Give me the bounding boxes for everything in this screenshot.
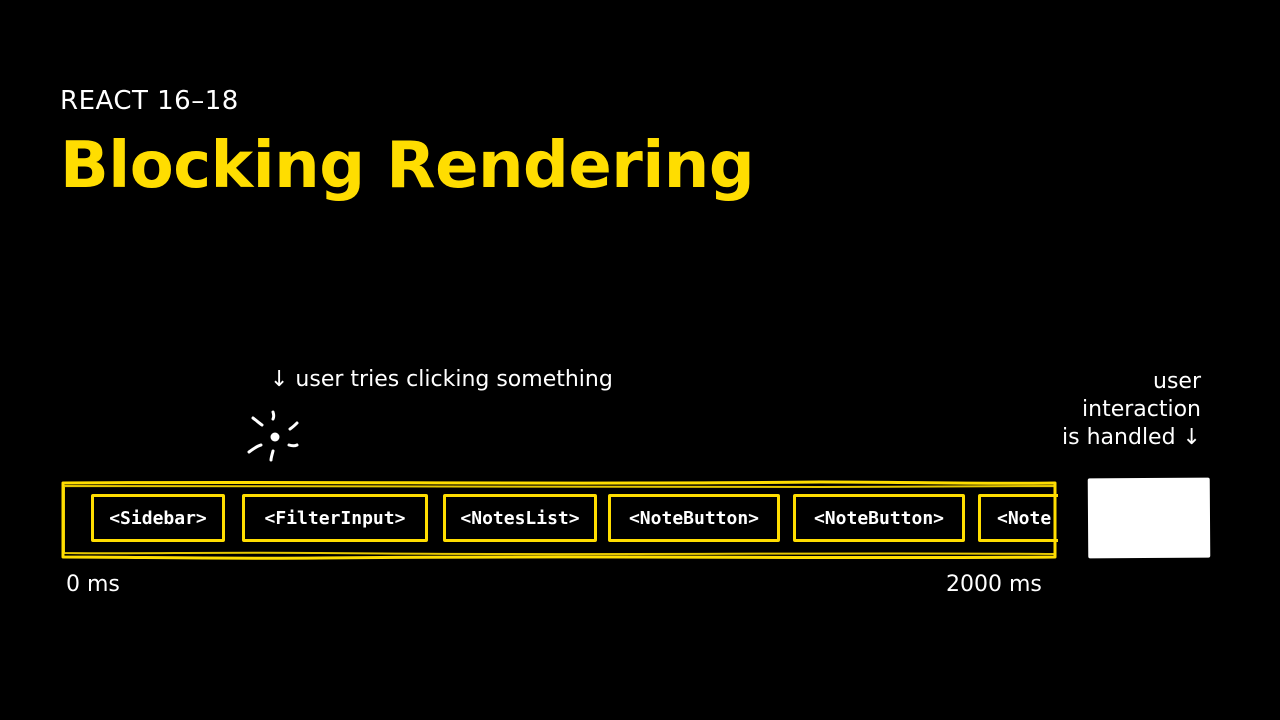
interaction-handled-block [1087,477,1211,559]
eyebrow: REACT 16–18 [60,86,239,116]
component-sidebar: <Sidebar> [91,494,225,542]
component-note-button-1: <NoteButton> [608,494,780,542]
timeline-end-tick: 2000 ms [946,572,1042,597]
handled-line-2: interaction [1082,397,1201,423]
component-notes-list: <NotesList> [443,494,597,542]
handled-line-3: is handled ↓ [1062,425,1201,451]
user-click-annotation: ↓ user tries clicking something [270,367,613,392]
timeline-start-tick: 0 ms [66,572,120,597]
component-note-button-2: <NoteButton> [793,494,965,542]
handled-line-1: user [1153,369,1201,394]
component-filter-input: <FilterInput> [242,494,428,542]
interaction-handled-annotation: user interaction is handled ↓ [1062,368,1201,452]
page-title: Blocking Rendering [60,129,755,203]
render-timeline: <Sidebar> <FilterInput> <NotesList> <Not… [60,480,1058,560]
click-burst-icon [247,410,299,462]
component-note-partial: <Note [978,494,1058,542]
